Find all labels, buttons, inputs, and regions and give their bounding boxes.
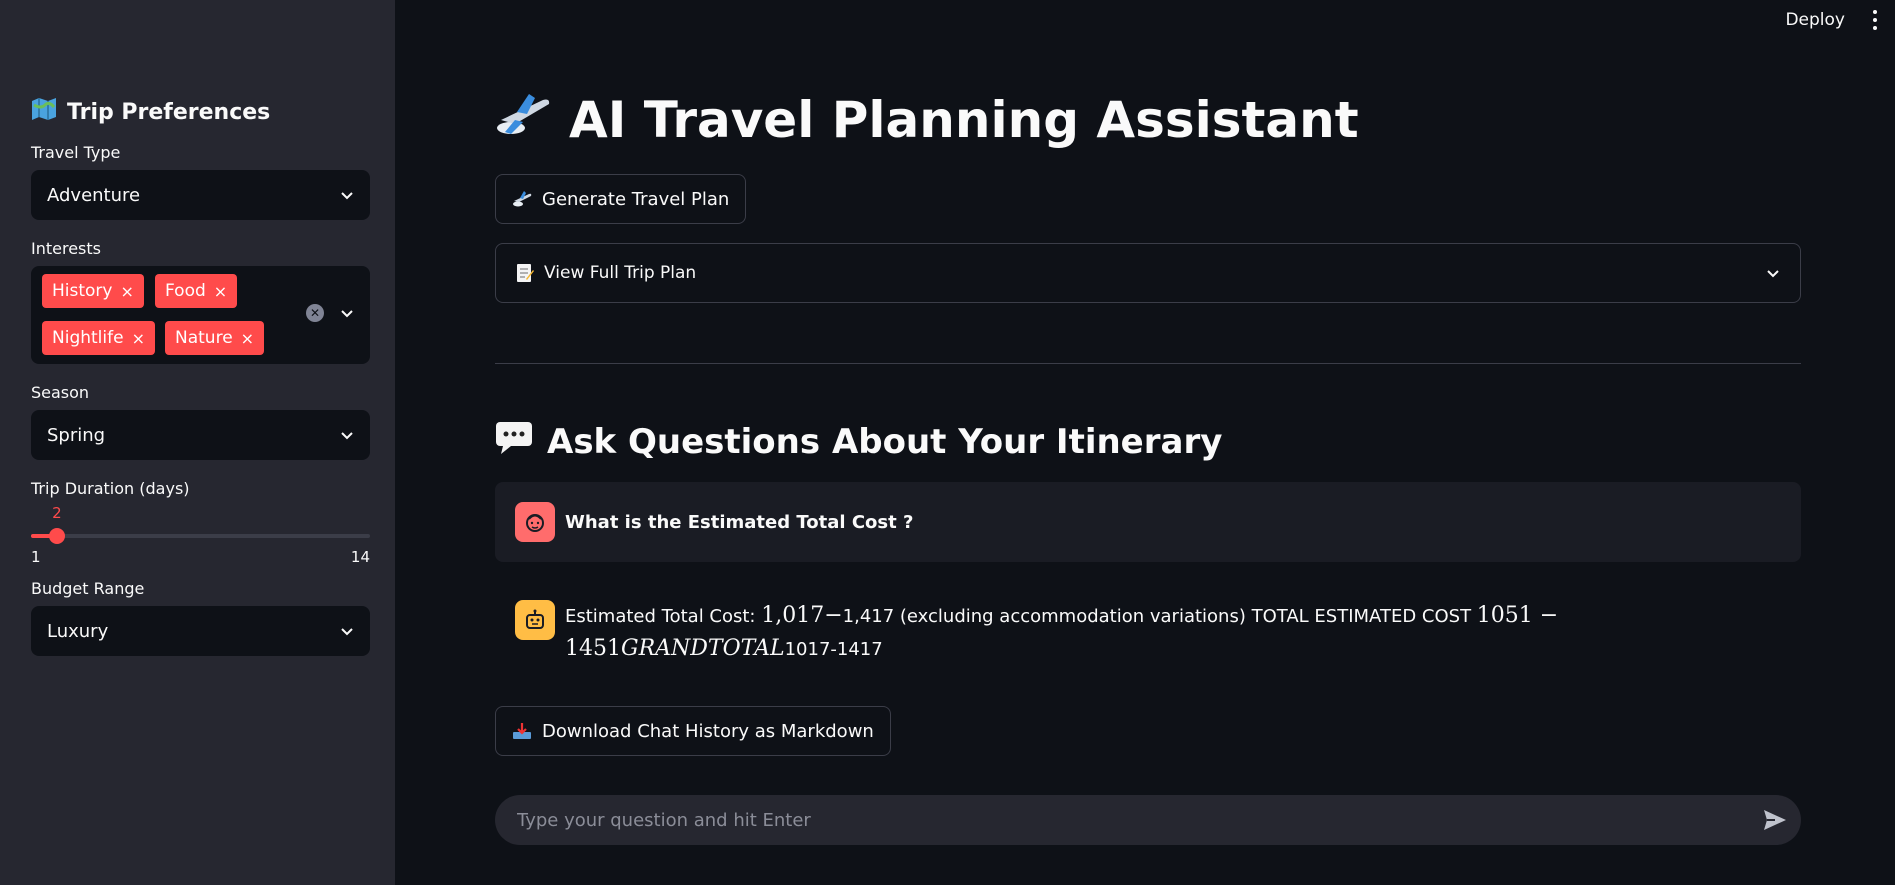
bot-text-prefix: Estimated Total Cost: bbox=[565, 606, 762, 627]
budget-label: Budget Range bbox=[31, 579, 145, 598]
generate-plan-label: Generate Travel Plan bbox=[542, 188, 730, 210]
send-icon[interactable] bbox=[1763, 809, 1787, 831]
airplane-icon bbox=[513, 191, 532, 207]
sidebar: Trip Preferences Travel Type Adventure I… bbox=[0, 0, 395, 885]
robot-icon bbox=[526, 609, 544, 629]
airplane-icon bbox=[495, 90, 553, 150]
assistant-message-text: Estimated Total Cost: 1,017−1,417 (exclu… bbox=[565, 600, 1765, 666]
slider-track[interactable] bbox=[31, 534, 370, 538]
chevron-down-icon[interactable] bbox=[340, 306, 354, 320]
season-select[interactable]: Spring bbox=[31, 410, 370, 460]
budget-select[interactable]: Luxury bbox=[31, 606, 370, 656]
bot-math-3: GRANDTOTAL bbox=[621, 636, 785, 661]
assistant-avatar bbox=[515, 600, 555, 640]
deploy-button[interactable]: Deploy bbox=[1785, 10, 1845, 30]
divider bbox=[495, 363, 1801, 364]
chevron-down-icon bbox=[341, 192, 353, 200]
vertical-dots-icon[interactable] bbox=[1873, 10, 1879, 30]
remove-tag-icon[interactable]: × bbox=[241, 329, 254, 348]
interest-tag: Nightlife × bbox=[42, 321, 155, 355]
sidebar-title: Trip Preferences bbox=[31, 96, 370, 128]
user-message: What is the Estimated Total Cost ? bbox=[495, 482, 1801, 562]
interest-tag: Food × bbox=[155, 274, 238, 308]
user-face-icon bbox=[526, 514, 544, 532]
slider-min: 1 bbox=[31, 548, 41, 566]
season-label: Season bbox=[31, 383, 90, 402]
chevron-down-icon bbox=[341, 628, 353, 636]
download-chat-label: Download Chat History as Markdown bbox=[542, 720, 874, 742]
expander-label: View Full Trip Plan bbox=[544, 263, 697, 283]
duration-label: Trip Duration (days) bbox=[31, 479, 190, 498]
bot-math-1: 1,017− bbox=[761, 603, 843, 628]
download-icon bbox=[513, 723, 531, 739]
slider-handle[interactable] bbox=[49, 528, 66, 544]
travel-type-label: Travel Type bbox=[31, 143, 121, 162]
memo-icon bbox=[517, 264, 534, 282]
tag-label: Nature bbox=[175, 328, 233, 348]
remove-tag-icon[interactable]: × bbox=[120, 282, 133, 301]
remove-tag-icon[interactable]: × bbox=[214, 282, 227, 301]
travel-type-select[interactable]: Adventure bbox=[31, 170, 370, 220]
chat-input[interactable] bbox=[517, 809, 1717, 831]
slider-max: 14 bbox=[350, 548, 370, 566]
interest-tag: Nature × bbox=[165, 321, 265, 355]
tag-label: Food bbox=[165, 281, 206, 301]
download-chat-button[interactable]: Download Chat History as Markdown bbox=[495, 706, 891, 756]
map-icon bbox=[31, 97, 57, 127]
page-title: AI Travel Planning Assistant bbox=[495, 88, 1359, 152]
slider-value: 2 bbox=[52, 504, 62, 522]
remove-tag-icon[interactable]: × bbox=[132, 329, 145, 348]
user-avatar bbox=[515, 502, 555, 542]
chevron-down-icon bbox=[341, 432, 353, 440]
generate-plan-button[interactable]: Generate Travel Plan bbox=[495, 174, 747, 224]
chevron-down-icon bbox=[1767, 270, 1779, 278]
full-trip-plan-expander[interactable]: View Full Trip Plan bbox=[495, 243, 1801, 303]
multiselect-controls: ✕ bbox=[306, 304, 354, 322]
chat-input-bar bbox=[495, 795, 1801, 845]
budget-value: Luxury bbox=[47, 620, 109, 642]
page-title-text: AI Travel Planning Assistant bbox=[569, 91, 1359, 149]
interests-label: Interests bbox=[31, 239, 101, 258]
tag-label: History bbox=[52, 281, 113, 301]
assistant-message: Estimated Total Cost: 1,017−1,417 (exclu… bbox=[495, 600, 1801, 666]
bot-text-part2: 1,417 (excluding accommodation variation… bbox=[842, 606, 1477, 627]
tag-label: Nightlife bbox=[52, 328, 124, 348]
duration-slider[interactable]: 2 1 14 bbox=[31, 504, 370, 568]
chat-heading-text: Ask Questions About Your Itinerary bbox=[547, 422, 1223, 462]
bot-text-suffix: 1017-1417 bbox=[784, 639, 883, 660]
speech-bubble-icon bbox=[495, 421, 533, 464]
user-message-text: What is the Estimated Total Cost ? bbox=[565, 511, 914, 533]
clear-all-icon[interactable]: ✕ bbox=[306, 304, 324, 322]
interests-multiselect[interactable]: History × Food × Nightlife × Nature × ✕ bbox=[31, 266, 370, 364]
travel-type-value: Adventure bbox=[47, 184, 141, 206]
chat-heading: Ask Questions About Your Itinerary bbox=[495, 420, 1222, 464]
season-value: Spring bbox=[47, 424, 106, 446]
interest-tag: History × bbox=[42, 274, 144, 308]
sidebar-title-text: Trip Preferences bbox=[67, 99, 271, 125]
